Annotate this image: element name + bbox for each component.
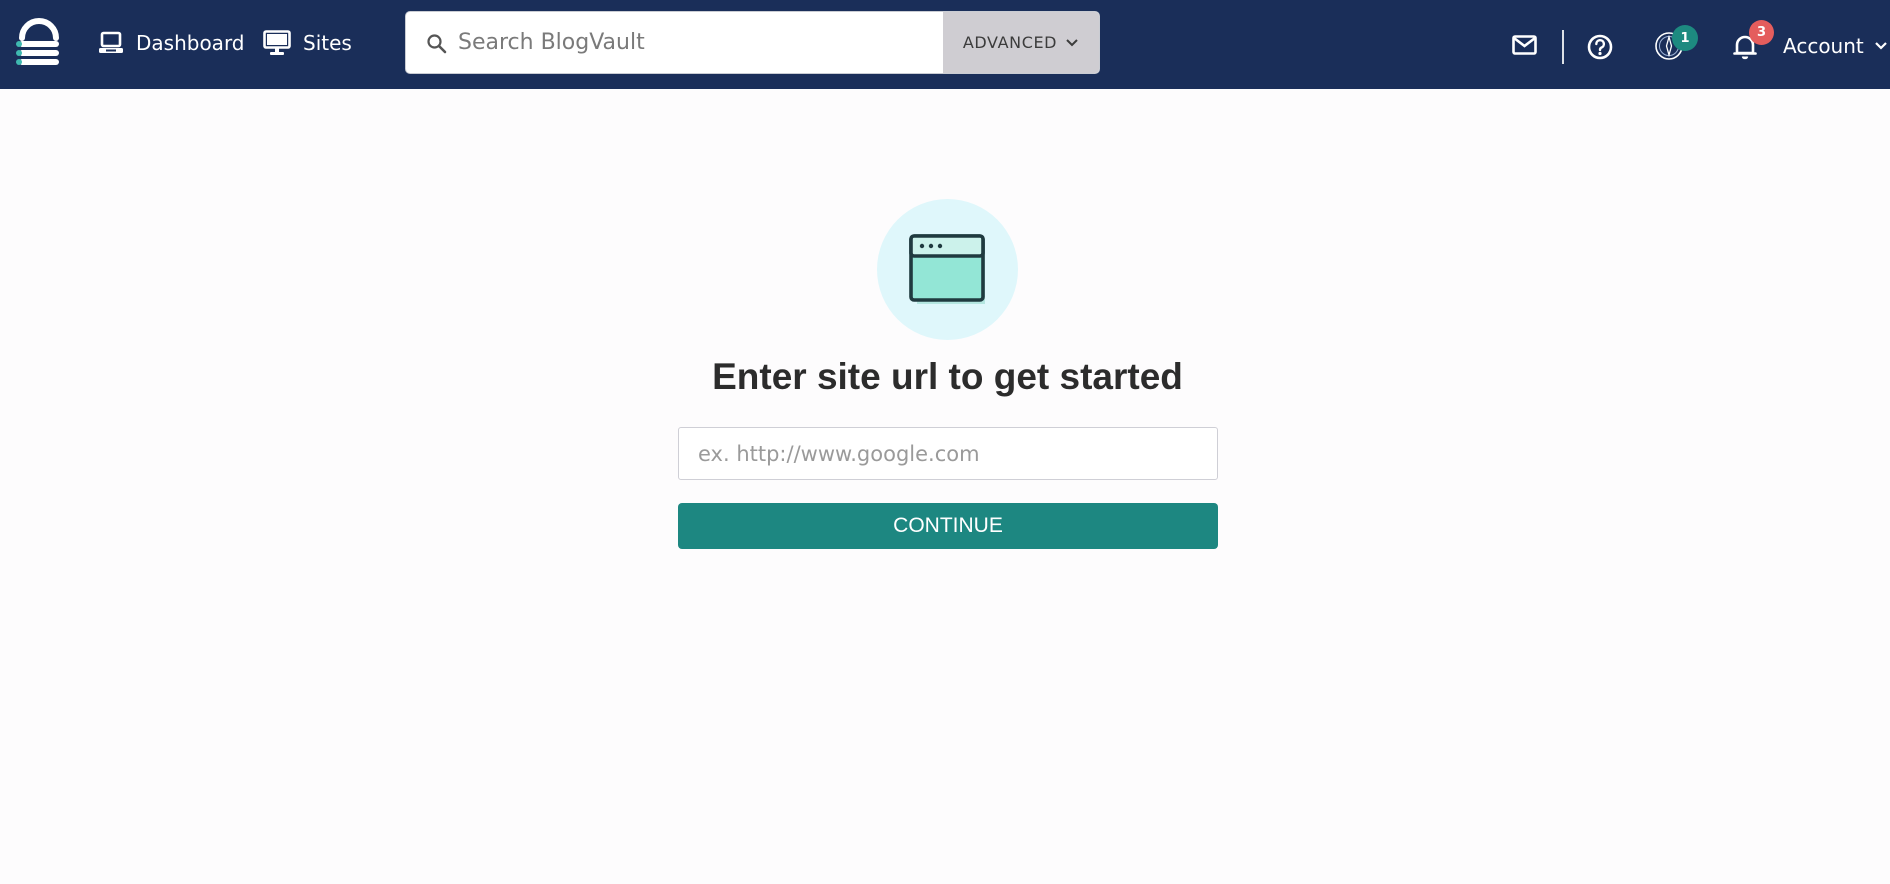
help-icon[interactable] xyxy=(1587,34,1613,60)
nav-dashboard-label: Dashboard xyxy=(136,31,245,55)
blogvault-logo-icon[interactable] xyxy=(16,16,62,70)
mail-icon[interactable] xyxy=(1512,35,1537,55)
nav-sites[interactable]: Sites xyxy=(263,26,352,60)
chevron-down-icon xyxy=(1066,38,1078,46)
search-input[interactable] xyxy=(452,12,937,73)
search-icon xyxy=(427,34,447,54)
continue-button[interactable]: CONTINUE xyxy=(678,503,1218,549)
top-navigation-bar: Dashboard Sites ADVANCED xyxy=(0,0,1890,89)
account-menu[interactable]: Account xyxy=(1783,34,1888,58)
search-bar: ADVANCED xyxy=(405,11,1100,74)
advanced-search-button[interactable]: ADVANCED xyxy=(943,12,1099,73)
browser-window-icon xyxy=(909,234,985,304)
advanced-search-label: ADVANCED xyxy=(962,33,1058,52)
nav-dashboard[interactable]: Dashboard xyxy=(98,26,245,60)
page-title: Enter site url to get started xyxy=(712,356,1183,397)
account-label: Account xyxy=(1783,34,1864,58)
header-divider xyxy=(1562,30,1564,64)
monitor-icon xyxy=(263,30,291,55)
site-url-input[interactable] xyxy=(678,427,1218,480)
nav-sites-label: Sites xyxy=(303,31,352,55)
compass-count-badge: 1 xyxy=(1672,25,1698,51)
laptop-icon xyxy=(99,31,123,53)
chevron-down-icon xyxy=(1874,42,1887,50)
notifications-count-badge: 3 xyxy=(1749,20,1774,45)
